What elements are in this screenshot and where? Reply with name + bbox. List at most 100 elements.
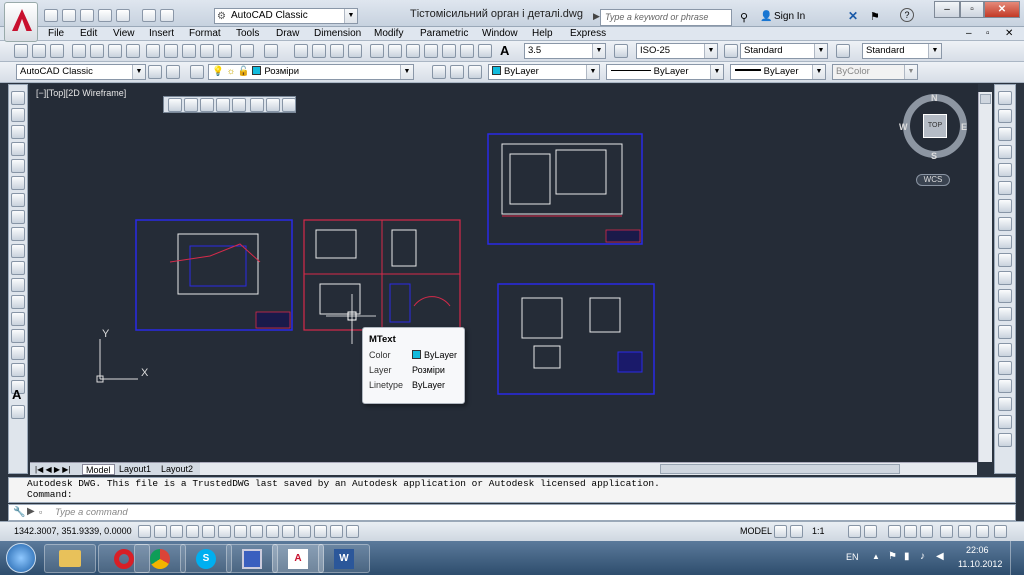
lineweight-icon[interactable] [298,525,311,538]
polygon-icon[interactable] [11,142,25,156]
otrack-icon[interactable] [250,525,263,538]
stretch-icon[interactable] [998,235,1012,249]
wcs-menu[interactable]: WCS [916,174,950,186]
menu-edit[interactable]: Edit [80,28,97,39]
layer-select[interactable]: 💡 ☼ 🔓 Розміри ▼ [208,64,414,80]
plot-icon[interactable] [142,9,156,22]
dim-style-select[interactable]: ISO-25 ▼ [636,43,718,59]
text-height-select[interactable]: 3.5 ▼ [524,43,606,59]
quickcalc-icon[interactable] [460,44,474,58]
menu-tools[interactable]: Tools [236,28,259,39]
search-input[interactable]: Type a keyword or phrase [600,9,732,26]
cut-icon[interactable] [146,44,160,58]
make-block-icon[interactable] [11,295,25,309]
insert-block-icon[interactable] [11,278,25,292]
doc-restore-icon[interactable]: ▫ [986,28,990,39]
zoom-in-icon[interactable] [250,98,264,112]
hatch-icon[interactable] [11,329,25,343]
ellipse-icon[interactable] [11,244,25,258]
binoculars-icon[interactable]: ⚲ [740,11,748,24]
fillet-icon[interactable] [998,343,1012,357]
tray-expand-icon[interactable]: ▲ [872,552,880,561]
arc-icon[interactable] [11,176,25,190]
block-editor-icon[interactable] [218,44,232,58]
vertical-scrollbar[interactable] [978,92,992,462]
color-select[interactable]: ByLayer ▼ [488,64,600,80]
cube-icon[interactable] [166,65,180,79]
tab-model[interactable]: Model [82,464,115,475]
show-desktop-button[interactable] [1010,541,1024,575]
menu-view[interactable]: View [113,28,135,39]
word-app[interactable]: W [318,544,370,573]
revision-cloud-icon[interactable] [11,210,25,224]
point-icon[interactable] [11,312,25,326]
network-icon[interactable]: ▮ [904,551,910,562]
command-input[interactable]: Type a command [55,507,128,518]
paste-icon[interactable] [182,44,196,58]
lineweight-select[interactable]: ByLayer ▼ [730,64,826,80]
help-icon[interactable] [478,44,492,58]
menu-insert[interactable]: Insert [149,28,174,39]
chrome-app[interactable] [134,544,186,573]
erase-icon[interactable] [998,91,1012,105]
quick-properties-icon[interactable] [330,525,343,538]
circle-icon[interactable] [11,193,25,207]
quick-view-layouts-icon[interactable] [774,525,787,538]
zoom-realtime-icon[interactable] [312,44,326,58]
zoom-window-icon[interactable] [168,98,182,112]
hardware-acceleration-icon[interactable] [920,525,933,538]
infer-constraints-icon[interactable] [138,525,151,538]
rectangle-icon[interactable] [11,159,25,173]
tool-palettes-icon[interactable] [406,44,420,58]
compass-west[interactable]: W [899,122,908,132]
grid-icon[interactable] [170,525,183,538]
osnap-icon[interactable] [218,525,231,538]
save-as-icon[interactable] [98,9,112,22]
start-button[interactable] [6,543,36,573]
view-cube-top-face[interactable]: TOP [923,114,947,138]
help-icon[interactable]: ? [900,8,914,22]
zoom-center-icon[interactable] [216,98,230,112]
language-indicator[interactable]: EN [846,552,859,562]
menu-window[interactable]: Window [482,28,518,39]
array-icon[interactable] [998,163,1012,177]
open-icon[interactable] [62,9,76,22]
zoom-object-icon[interactable] [232,98,246,112]
zoom-dynamic-icon[interactable] [184,98,198,112]
3d-osnap-icon[interactable] [234,525,247,538]
table-style-select[interactable]: Standard ▼ [740,43,828,59]
tab-layout1[interactable]: Layout1 [116,464,154,475]
menu-parametric[interactable]: Parametric [420,28,468,39]
maximize-button[interactable]: ▫ [960,1,984,18]
snap-mode-icon[interactable] [154,525,167,538]
speaker-icon[interactable]: ◀ [936,551,944,562]
layer-state-icon[interactable] [468,65,482,79]
make-current-icon[interactable] [432,65,446,79]
zoom-previous-icon[interactable] [348,44,362,58]
tab-nav-arrows[interactable]: |◀ ◀ ▶ ▶| [32,464,73,475]
sheet-set-icon[interactable] [424,44,438,58]
undo-icon[interactable] [116,9,130,22]
clock-time[interactable]: 22:06 [966,545,989,555]
minimize-button[interactable]: – [934,1,960,18]
trim-icon[interactable] [998,253,1012,267]
draworder-icon[interactable] [998,397,1012,411]
menu-format[interactable]: Format [189,28,221,39]
copy-icon[interactable] [998,109,1012,123]
mirror-icon[interactable] [998,127,1012,141]
plot-icon[interactable] [72,44,86,58]
exchange-icon[interactable]: ✕ [848,9,858,23]
join-icon[interactable] [998,307,1012,321]
doc-close-icon[interactable]: ✕ [1005,28,1013,39]
annotation-scale[interactable]: 1:1 [812,526,825,536]
communication-icon[interactable]: ⚑ [870,10,880,23]
blend-icon[interactable] [998,361,1012,375]
transparency-icon[interactable] [314,525,327,538]
polyline-icon[interactable] [11,125,25,139]
polar-icon[interactable] [202,525,215,538]
drawing-canvas[interactable] [30,84,978,462]
workspace-settings-icon[interactable] [148,65,162,79]
3d-print-icon[interactable] [126,44,140,58]
autocad-app[interactable]: A [272,544,324,573]
linetype-select[interactable]: ByLayer ▼ [606,64,724,80]
